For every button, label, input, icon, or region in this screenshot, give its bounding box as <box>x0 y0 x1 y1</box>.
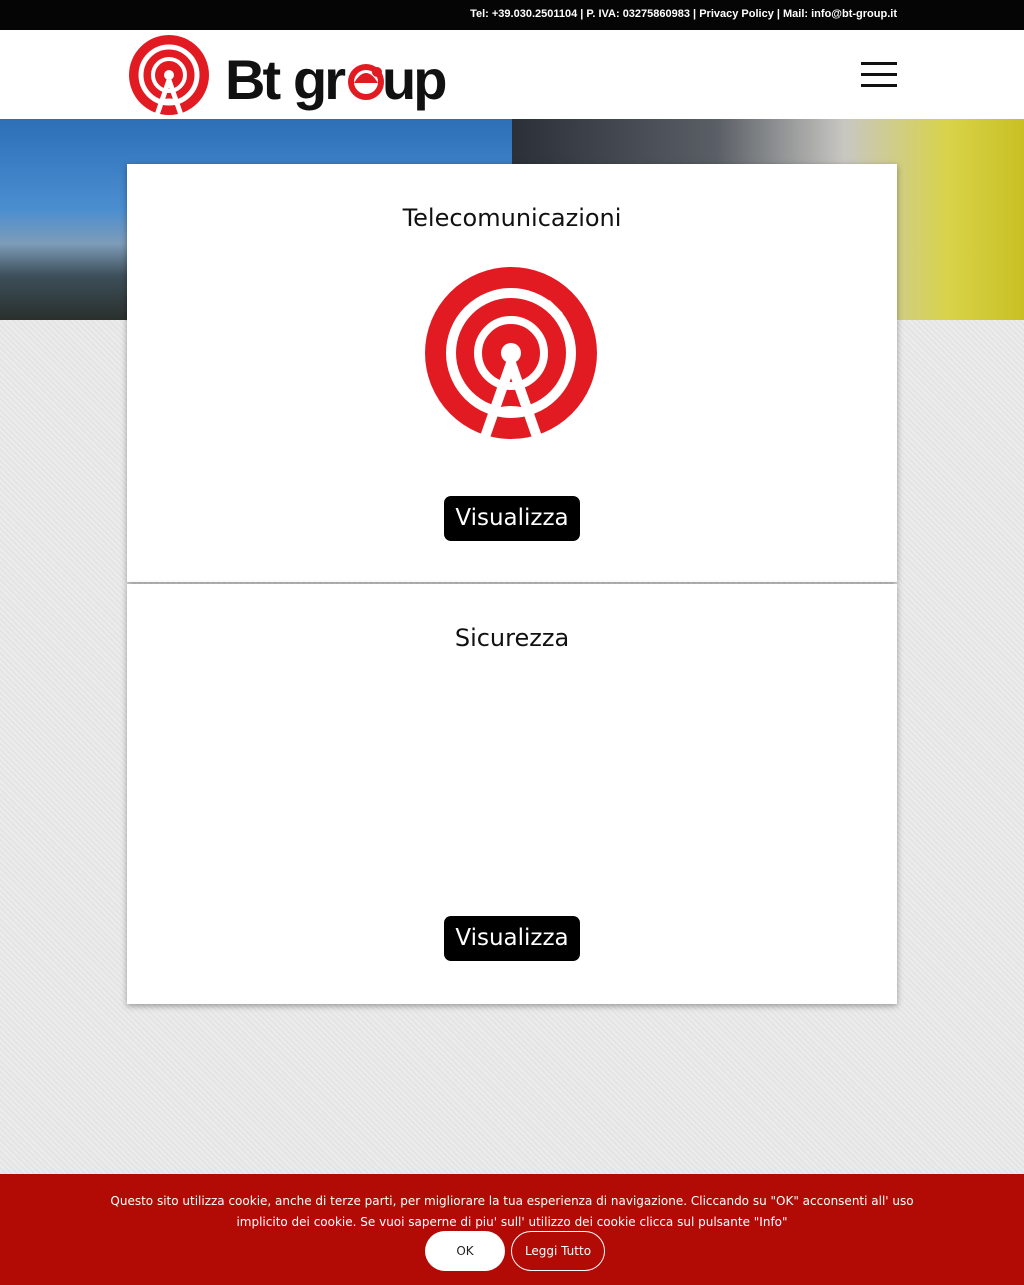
card-telecomunicazioni: Telecomunicazioni Visualizza <box>127 164 897 582</box>
top-contact-bar: Tel: +39.030.2501104 | P. IVA: 032758609… <box>0 0 1024 30</box>
cookie-message: Questo sito utilizza cookie, anche di te… <box>110 1194 914 1229</box>
phone-text: Tel: +39.030.2501104 <box>470 8 578 20</box>
card-title: Sicurezza <box>454 624 570 652</box>
separator: | <box>690 8 700 20</box>
contact-line: Tel: +39.030.2501104 | P. IVA: 032758609… <box>470 8 897 20</box>
cookie-banner: Questo sito utilizza cookie, anche di te… <box>0 1174 1024 1285</box>
card-sicurezza: Sicurezza Visualizza <box>127 584 897 1004</box>
antenna-logo-icon <box>425 267 597 439</box>
svg-text:Bt: Bt <box>225 48 280 111</box>
vat-text: P. IVA: 03275860983 <box>586 8 690 20</box>
visualizza-button[interactable]: Visualizza <box>444 916 580 961</box>
cookie-read-all-button[interactable]: Leggi Tutto <box>511 1231 605 1271</box>
visualizza-button[interactable]: Visualizza <box>444 496 580 541</box>
svg-text:up: up <box>382 48 445 111</box>
mail-link[interactable]: Mail: info@bt-group.it <box>783 8 897 20</box>
privacy-policy-link[interactable]: Privacy Policy <box>699 8 774 20</box>
hamburger-menu-icon[interactable] <box>861 62 897 88</box>
separator: | <box>773 8 784 20</box>
site-header: Bt gr up <box>0 30 1024 119</box>
bt-group-logo[interactable]: Bt gr up <box>128 33 458 117</box>
card-title: Telecomunicazioni <box>402 204 622 232</box>
svg-text:gr: gr <box>293 48 345 111</box>
cookie-ok-button[interactable]: OK <box>425 1231 505 1271</box>
